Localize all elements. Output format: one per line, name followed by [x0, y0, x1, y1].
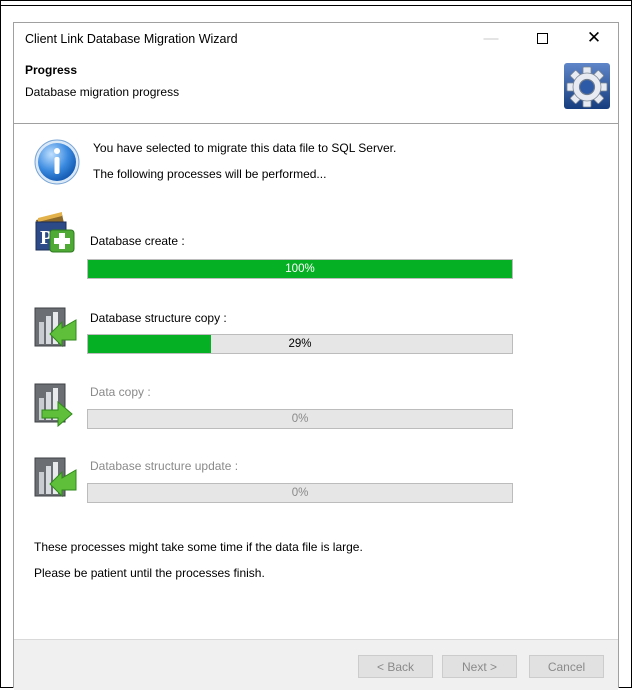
- wizard-content: You have selected to migrate this data f…: [14, 124, 618, 639]
- maximize-button[interactable]: [519, 23, 565, 53]
- note-line-1: These processes might take some time if …: [34, 540, 363, 554]
- structure-copy-icon: [34, 307, 77, 348]
- back-button[interactable]: < Back: [358, 655, 433, 678]
- note-line-2: Please be patient until the processes fi…: [34, 566, 265, 580]
- progress-bar-structure-update: 0%: [87, 483, 513, 503]
- step-label-database-create: Database create :: [90, 234, 185, 248]
- database-create-icon: P: [35, 212, 75, 253]
- progress-bar-structure-copy: 29%: [87, 334, 513, 354]
- page-subtitle: Database migration progress: [25, 85, 180, 99]
- gear-icon: [564, 63, 610, 109]
- wizard-footer: < Back Next > Cancel: [14, 639, 618, 690]
- page-title: Progress: [25, 63, 78, 77]
- data-copy-icon: [34, 383, 73, 428]
- minimize-icon: —: [483, 29, 499, 47]
- intro-line-2: The following processes will be performe…: [93, 167, 327, 181]
- maximize-icon: [536, 32, 548, 44]
- title-bar[interactable]: Client Link Database Migration Wizard — …: [14, 23, 618, 53]
- step-label-structure-copy: Database structure copy :: [90, 311, 227, 325]
- cancel-button[interactable]: Cancel: [529, 655, 604, 678]
- close-button[interactable]: ✕: [571, 23, 617, 53]
- progress-text: 0%: [291, 413, 309, 425]
- progress-text: 0%: [291, 487, 309, 499]
- structure-update-icon: [34, 457, 77, 498]
- step-label-structure-update: Database structure update :: [90, 459, 239, 473]
- step-label-data-copy: Data copy :: [90, 385, 151, 399]
- minimize-button[interactable]: —: [468, 23, 514, 53]
- wizard-header: Progress Database migration progress: [14, 53, 618, 124]
- info-icon: [34, 139, 80, 185]
- next-button[interactable]: Next >: [442, 655, 517, 678]
- window-title: Client Link Database Migration Wizard: [25, 32, 238, 46]
- desktop-strip: [1, 1, 631, 6]
- progress-bar-database-create: 100%: [87, 259, 513, 279]
- close-icon: ✕: [586, 28, 602, 47]
- progress-text: 29%: [288, 338, 312, 350]
- wizard-window: Client Link Database Migration Wizard — …: [13, 22, 619, 690]
- progress-text: 100%: [285, 263, 315, 275]
- progress-bar-data-copy: 0%: [87, 409, 513, 429]
- intro-line-1: You have selected to migrate this data f…: [93, 141, 397, 155]
